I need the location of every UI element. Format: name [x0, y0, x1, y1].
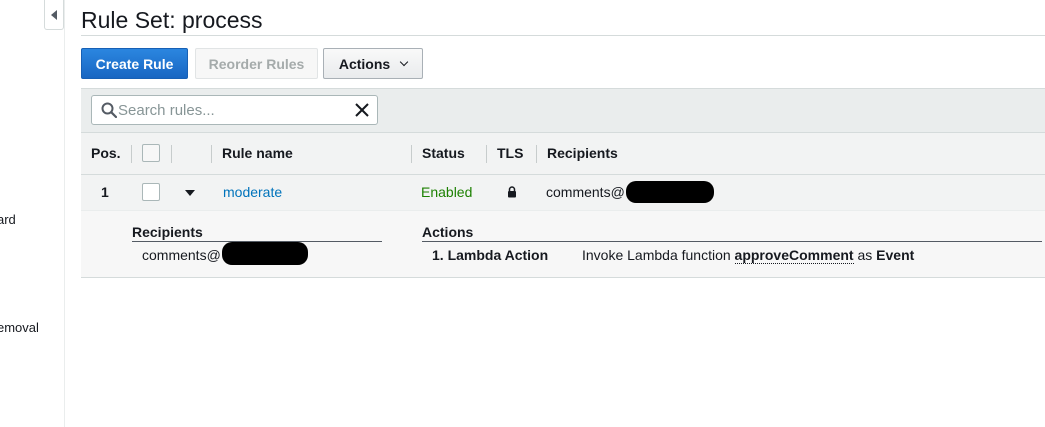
- chevron-down-icon: [399, 57, 409, 66]
- action-desc-mid: as: [853, 247, 877, 263]
- redaction-mark: [222, 242, 308, 265]
- rule-name-link[interactable]: moderate: [223, 175, 282, 210]
- column-header-recipients[interactable]: Recipients: [547, 133, 618, 174]
- detail-actions-heading: Actions: [422, 224, 1042, 242]
- column-divider: [171, 145, 172, 163]
- table-row[interactable]: 1 moderate Enabled comments@: [81, 175, 1045, 211]
- column-header-status[interactable]: Status: [422, 133, 465, 174]
- sidebar-item-partial[interactable]: ard: [0, 212, 16, 227]
- search-icon: [101, 102, 117, 118]
- rules-table: Pos. Rule name Status TLS Recipients 1 m…: [81, 88, 1045, 278]
- lambda-function-name[interactable]: approveComment: [734, 247, 854, 264]
- recipient-address: comments@: [546, 184, 625, 200]
- sidebar-item-partial[interactable]: emoval: [0, 320, 39, 335]
- detail-action-description: Invoke Lambda function approveComment as…: [582, 247, 915, 264]
- sidebar-collapse-button[interactable]: [44, 0, 64, 30]
- row-select-checkbox[interactable]: [142, 183, 160, 201]
- redaction-mark: [626, 181, 714, 203]
- rule-position: 1: [101, 184, 109, 200]
- invocation-type: Event: [876, 247, 915, 263]
- column-divider: [411, 145, 412, 163]
- table-header: Pos. Rule name Status TLS Recipients: [81, 132, 1045, 175]
- actions-label: Actions: [338, 55, 391, 72]
- status-enabled: Enabled: [421, 184, 473, 200]
- column-header-tls[interactable]: TLS: [497, 133, 523, 174]
- close-icon[interactable]: [354, 102, 370, 118]
- page-title: Rule Set: process: [81, 7, 263, 33]
- column-divider: [131, 145, 132, 163]
- left-sidebar: ard emoval: [0, 0, 65, 427]
- search-bar: [81, 89, 1045, 132]
- create-rule-button[interactable]: Create Rule: [81, 48, 188, 79]
- caret-left-icon: [51, 9, 57, 20]
- search-box: [91, 95, 378, 125]
- reorder-rules-button[interactable]: Reorder Rules: [195, 48, 318, 79]
- column-header-pos[interactable]: Pos.: [91, 133, 121, 174]
- caret-down-icon[interactable]: [185, 190, 195, 196]
- column-divider: [486, 145, 487, 163]
- detail-recipients-heading: Recipients: [132, 224, 382, 242]
- column-divider: [536, 145, 537, 163]
- rule-detail-panel: Recipients Actions comments@ 1. Lambda A…: [81, 211, 1045, 278]
- select-all-checkbox[interactable]: [142, 144, 160, 162]
- column-divider: [211, 145, 212, 163]
- column-header-rule-name[interactable]: Rule name: [222, 133, 293, 174]
- action-desc-prefix: Invoke Lambda function: [582, 247, 735, 263]
- detail-action-name: 1. Lambda Action: [432, 247, 549, 263]
- detail-recipient-address: comments@: [142, 247, 221, 263]
- actions-dropdown-button[interactable]: Actions: [323, 48, 423, 79]
- title-divider: [81, 35, 1045, 36]
- search-input[interactable]: [118, 97, 348, 123]
- lock-icon: [508, 186, 516, 198]
